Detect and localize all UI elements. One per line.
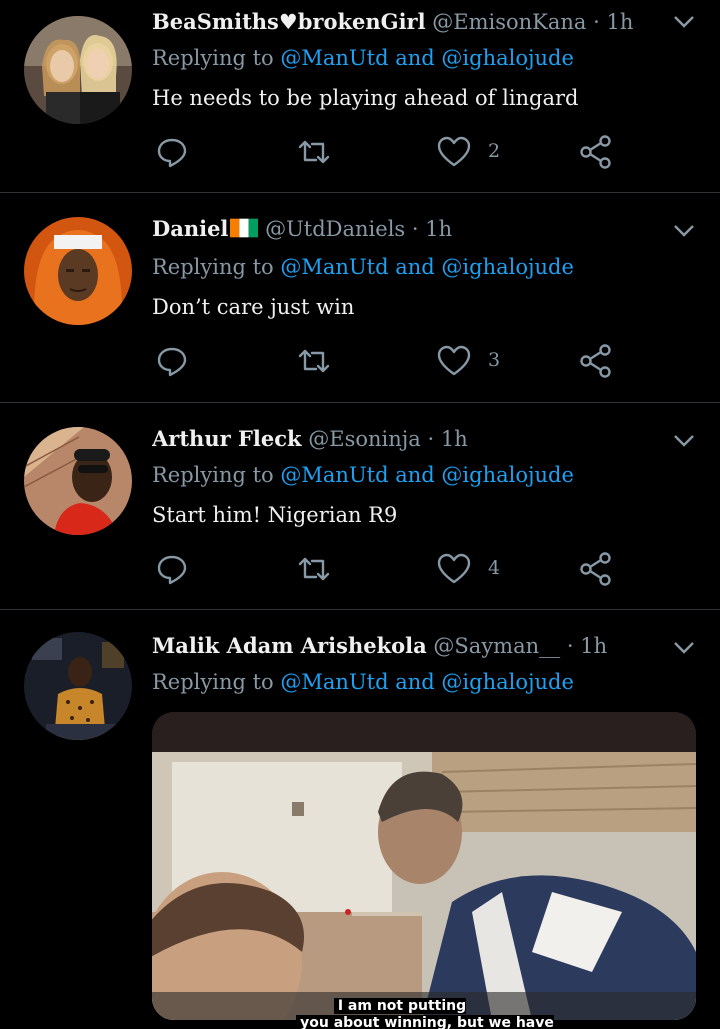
replying-to: Replying to @ManUtd and @ighalojude — [152, 253, 574, 281]
tweet-actions: 3 — [152, 343, 622, 381]
reply-button[interactable] — [154, 551, 190, 589]
display-name[interactable]: BeaSmiths♥brokenGirl — [152, 9, 426, 34]
avatar[interactable] — [24, 632, 132, 740]
like-count: 4 — [488, 557, 501, 579]
share-icon — [580, 344, 611, 378]
retweet-button[interactable] — [296, 134, 332, 172]
mention-link[interactable]: @ManUtd — [280, 46, 388, 70]
mention-link[interactable]: @ManUtd — [280, 670, 388, 694]
retweet-icon — [298, 557, 330, 581]
replying-label: Replying to — [152, 255, 274, 279]
chevron-down-icon[interactable] — [672, 640, 696, 656]
tweet-actions: 4 — [152, 551, 622, 589]
reply-button[interactable] — [154, 134, 190, 172]
like-button[interactable] — [436, 551, 472, 589]
tweet-header: Malik Adam Arishekola @Sayman__ · 1h — [152, 632, 640, 660]
mention-and: and — [395, 463, 435, 487]
flag-icon — [230, 218, 259, 238]
replying-to: Replying to @ManUtd and @ighalojude — [152, 44, 574, 72]
display-name[interactable]: Daniel — [152, 216, 228, 241]
share-icon — [580, 135, 611, 169]
timestamp[interactable]: 1h — [607, 10, 634, 34]
mention-and: and — [395, 46, 435, 70]
user-handle[interactable]: @Sayman__ — [433, 634, 560, 658]
mention-and: and — [395, 670, 435, 694]
replying-label: Replying to — [152, 670, 274, 694]
tweet-text: He needs to be playing ahead of lingard — [152, 86, 579, 110]
mention-link[interactable]: @ManUtd — [280, 255, 388, 279]
like-button[interactable] — [436, 134, 472, 172]
caption-line: you about winning, but we have to win — [296, 1015, 554, 1029]
share-icon — [580, 552, 611, 586]
tweet-header: Arthur Fleck @Esoninja · 1h — [152, 425, 640, 453]
timestamp[interactable]: 1h — [441, 427, 468, 451]
separator-dot: · — [411, 217, 419, 241]
like-count: 2 — [488, 140, 501, 162]
tweet-header: Daniel🇨🇮 @UtdDaniels · 1h — [152, 215, 640, 243]
chevron-down-icon[interactable] — [672, 223, 696, 239]
separator-dot: · — [566, 634, 574, 658]
share-button[interactable] — [578, 343, 614, 381]
share-button[interactable] — [578, 134, 614, 172]
replying-to: Replying to @ManUtd and @ighalojude — [152, 461, 574, 489]
tweet[interactable]: Malik Adam Arishekola @Sayman__ · 1h Rep… — [0, 610, 720, 1029]
chevron-down-icon[interactable] — [672, 433, 696, 449]
timestamp[interactable]: 1h — [580, 634, 607, 658]
tweet[interactable]: BeaSmiths♥brokenGirl @EmisonKana · 1h Re… — [0, 0, 720, 193]
user-handle[interactable]: @UtdDaniels — [265, 217, 405, 241]
heart-icon — [437, 136, 471, 167]
mention-link[interactable]: @ighalojude — [441, 670, 573, 694]
tweet-header: BeaSmiths♥brokenGirl @EmisonKana · 1h — [152, 8, 640, 36]
display-name[interactable]: Malik Adam Arishekola — [152, 633, 427, 658]
replying-label: Replying to — [152, 46, 274, 70]
retweet-button[interactable] — [296, 343, 332, 381]
avatar[interactable] — [24, 217, 132, 325]
replying-label: Replying to — [152, 463, 274, 487]
mention-link[interactable]: @ManUtd — [280, 463, 388, 487]
mention-link[interactable]: @ighalojude — [441, 463, 573, 487]
separator-dot: · — [593, 10, 600, 34]
share-button[interactable] — [578, 551, 614, 589]
tweet-actions: 2 — [152, 134, 622, 172]
retweet-icon — [298, 349, 330, 373]
timestamp[interactable]: 1h — [425, 217, 452, 241]
chevron-down-icon[interactable] — [672, 14, 696, 30]
avatar[interactable] — [24, 16, 132, 124]
replying-to: Replying to @ManUtd and @ighalojude — [152, 668, 574, 696]
mention-and: and — [395, 255, 435, 279]
separator-dot: · — [427, 427, 435, 451]
tweet-media-image[interactable] — [152, 712, 696, 1020]
heart-icon — [437, 345, 471, 376]
tweet[interactable]: Arthur Fleck @Esoninja · 1h Replying to … — [0, 403, 720, 610]
like-button[interactable] — [436, 343, 472, 381]
reply-icon — [157, 347, 187, 377]
retweet-icon — [298, 140, 330, 164]
tweet-text: Start him! Nigerian R9 — [152, 503, 398, 527]
reply-button[interactable] — [154, 343, 190, 381]
retweet-button[interactable] — [296, 551, 332, 589]
media-caption: you about winning, but we have to win — [290, 1014, 560, 1029]
display-name[interactable]: Arthur Fleck — [152, 426, 302, 451]
avatar[interactable] — [24, 427, 132, 535]
like-count: 3 — [488, 349, 501, 371]
reply-icon — [157, 555, 187, 585]
tweet[interactable]: Daniel🇨🇮 @UtdDaniels · 1h Replying to @M… — [0, 193, 720, 403]
user-handle[interactable]: @Esoninja — [308, 427, 421, 451]
mention-link[interactable]: @ighalojude — [441, 255, 573, 279]
reply-icon — [157, 138, 187, 168]
tweet-text: Don’t care just win — [152, 295, 355, 319]
heart-icon — [437, 553, 471, 584]
mention-link[interactable]: @ighalojude — [441, 46, 573, 70]
user-handle[interactable]: @EmisonKana — [432, 10, 586, 34]
